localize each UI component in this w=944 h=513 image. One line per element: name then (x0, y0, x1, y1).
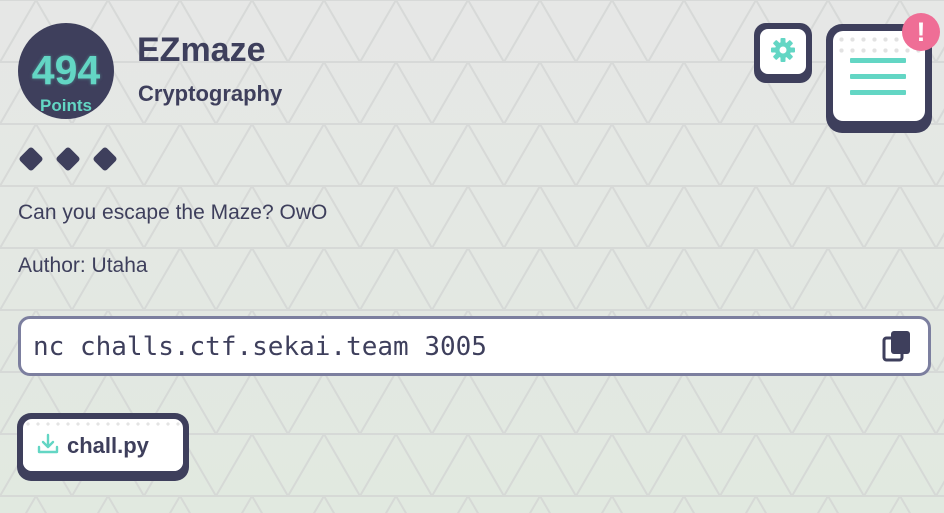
points-label: Points (40, 96, 92, 115)
file-download-face[interactable]: chall.py (23, 419, 183, 471)
points-badge: 494 Points (18, 23, 114, 119)
difficulty-diamond (91, 145, 119, 173)
challenge-description: Can you escape the Maze? OwO (18, 201, 328, 224)
settings-button[interactable] (754, 23, 812, 83)
challenge-title: EZmaze (137, 31, 266, 69)
connection-command[interactable]: nc challs.ctf.sekai.team 3005 (33, 332, 487, 362)
copy-icon[interactable] (882, 330, 912, 362)
download-icon (37, 433, 59, 459)
alert-icon: ! (916, 17, 926, 47)
points-value: 494 (31, 47, 101, 93)
challenge-author: Author: Utaha (18, 254, 148, 277)
difficulty-diamond (54, 145, 82, 173)
notification-badge[interactable]: ! (902, 13, 940, 51)
connection-field[interactable]: nc challs.ctf.sekai.team 3005 (18, 316, 931, 376)
difficulty-diamond (17, 145, 45, 173)
challenge-category: Cryptography (138, 81, 283, 106)
gear-icon (770, 37, 796, 67)
file-download-button[interactable]: chall.py (17, 413, 189, 481)
file-name: chall.py (67, 433, 149, 458)
difficulty-indicator (17, 145, 119, 173)
